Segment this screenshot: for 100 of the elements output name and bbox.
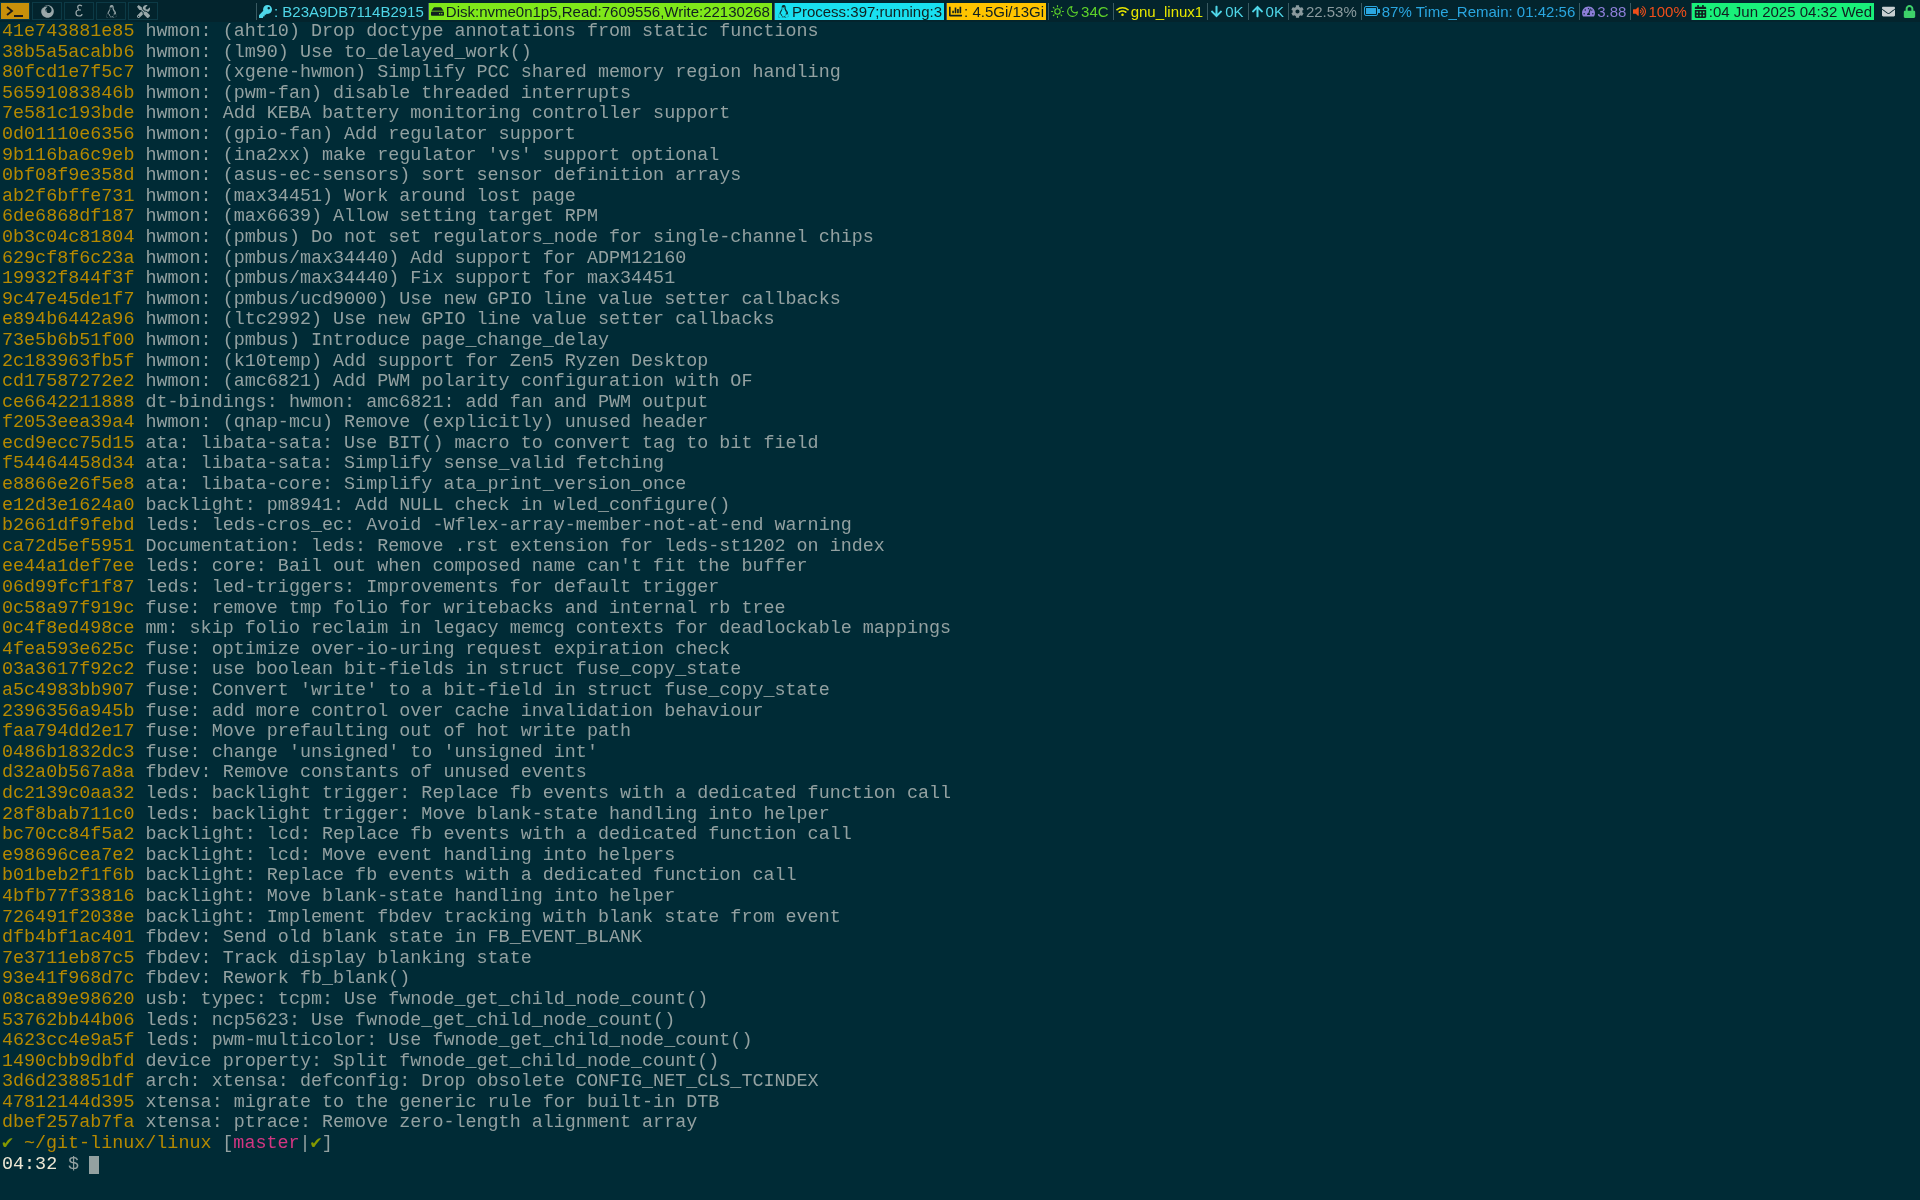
terminal-icon xyxy=(6,5,24,17)
moon-icon xyxy=(1066,4,1080,18)
commit-message: hwmon: (pmbus/ucd9000) Use new GPIO line value setter callbacks xyxy=(145,289,841,311)
drive-icon xyxy=(430,4,444,18)
commit-message: mm: skip folio reclaim in legacy memcg contexts for deadlockable mappings xyxy=(145,619,952,640)
commit-message: fbdev: Rework fb_blank() xyxy=(145,969,411,990)
commit-message: hwmon: (ina2xx) make regulator 'vs' support optional xyxy=(145,145,720,167)
status-text: : B23A9DB7114B2915 xyxy=(273,2,424,20)
commit-hash: d32a0b567a8a xyxy=(2,763,135,784)
commit-message: hwmon: (gpio-fan) Add regulator support xyxy=(145,124,576,146)
commit-message: hwmon: (max34451) Work around lost page xyxy=(145,186,576,208)
status-text: 0K xyxy=(1265,2,1284,20)
status-text: 34C xyxy=(1081,2,1109,20)
browser-icon xyxy=(40,4,54,18)
commit-message: ata: libata-core: Simplify ata_print_version_once xyxy=(145,475,687,496)
commit-hash: 6de6868df187 xyxy=(2,207,135,228)
status-text: 0K xyxy=(1225,2,1244,20)
commit-message: backlight: Replace fb events with a dedicated function call xyxy=(145,866,797,887)
commit-hash: e8866e26f5e8 xyxy=(2,475,135,496)
commit-message: leds: backlight trigger: Replace fb events with a dedicated function call xyxy=(145,783,952,805)
commit-hash: 4fea593e625c xyxy=(2,639,135,661)
commit-hash: 0b3c04c81804 xyxy=(2,227,135,249)
commit-hash: 726491f2038e xyxy=(2,907,135,929)
commit-message: fbdev: Track display blanking state xyxy=(145,948,532,970)
commit-hash: ca72d5ef5951 xyxy=(2,536,135,558)
bracket: ] xyxy=(321,1134,333,1155)
commit-message: leds: pwm-multicolor: Use fwnode_get_child_node_count() xyxy=(145,1031,753,1052)
commit-message: hwmon: (xgene-hwmon) Simplify PCC shared memory region handling xyxy=(145,63,841,84)
workspace-tab[interactable] xyxy=(64,2,94,20)
commit-message: device property: Split fwnode_get_child_node_count() xyxy=(145,1051,720,1073)
commit-hash: 0486b1832dc3 xyxy=(2,742,135,764)
status-text: :04 Jun 2025 04:32 Wed xyxy=(1708,2,1872,20)
speaker-icon xyxy=(1633,4,1647,18)
status-text: 87% Time_Remain: 01:42:56 xyxy=(1381,2,1576,20)
commit-message: fuse: Convert 'write' to a bit-field in struct fuse_copy_state xyxy=(145,681,830,702)
sun-icon xyxy=(1051,4,1065,18)
bracket: [ xyxy=(222,1134,234,1155)
commit-message: backlight: pm8941: Add NULL check in wled_configure() xyxy=(145,495,731,517)
commit-hash: 53762bb44b06 xyxy=(2,1010,135,1032)
commit-message: xtensa: migrate to the generic rule for built-in DTB xyxy=(145,1092,720,1114)
commit-hash: 0c4f8ed498ce xyxy=(2,619,135,640)
gear-icon xyxy=(1290,4,1304,18)
commit-hash: 4bfb77f33816 xyxy=(2,886,135,908)
script-letter-icon xyxy=(74,4,84,18)
commit-message: hwmon: (pmbus/max34440) Add support for ADPM12160 xyxy=(145,248,687,270)
commit-message: hwmon: (aht10) Drop doctype annotations from static functions xyxy=(145,22,819,43)
mail-icon[interactable] xyxy=(1882,4,1895,18)
commit-message: fuse: Move prefaulting out of hot write path xyxy=(145,722,632,743)
status-text: gnu_linux1 xyxy=(1130,2,1204,20)
commit-hash: e12d3e1624a0 xyxy=(2,495,135,517)
commit-message: hwmon: (qnap-mcu) Remove (explicitly) unused header xyxy=(145,413,709,434)
commit-message: leds: led-triggers: Improvements for default trigger xyxy=(145,578,720,599)
commit-message: hwmon: (k10temp) Add support for Zen5 Ryzen Desktop xyxy=(145,351,709,373)
separator: | xyxy=(299,1134,311,1155)
battery-icon xyxy=(1363,6,1380,16)
status-text: Disk:nvme0n1p5,Read:7609556,Write:22130268 xyxy=(445,2,770,20)
status-text: : 4.5Gi/13Gi xyxy=(964,2,1045,20)
commit-message: fbdev: Send old blank state in FB_EVENT_BLANK xyxy=(145,928,643,949)
commit-hash: 56591083846b xyxy=(2,83,135,105)
commit-hash: 3d6d238851df xyxy=(2,1072,135,1093)
bar-chart-icon xyxy=(949,4,963,18)
workspace-tab[interactable] xyxy=(128,2,158,20)
workspace-tab[interactable] xyxy=(32,2,62,20)
commit-message: fbdev: Remove constants of unused events xyxy=(145,763,587,784)
commit-message: Documentation: leds: Remove .rst extension for leds-st1202 on index xyxy=(145,536,885,558)
commit-message: backlight: lcd: Replace fb events with a dedicated function call xyxy=(145,825,852,846)
upload-arrow-icon xyxy=(1250,4,1264,18)
commit-hash: 2c183963fb5f xyxy=(2,351,135,373)
commit-hash: bc70cc84f5a2 xyxy=(2,825,135,846)
workspace-tab[interactable] xyxy=(0,2,30,20)
status-mark: ✔ xyxy=(2,1134,14,1155)
calendar-icon xyxy=(1693,4,1707,18)
commit-hash: 06d99fcf1f87 xyxy=(2,578,135,599)
commit-message: leds: ncp5623: Use fwnode_get_child_node_count() xyxy=(145,1010,676,1032)
commit-message: hwmon: (pmbus) Do not set regulators_node for single-channel chips xyxy=(145,227,874,249)
commit-hash: 80fcd1e7f5c7 xyxy=(2,63,135,84)
commit-hash: 28f8bab711c0 xyxy=(2,804,135,826)
commit-hash: 73e5b6b51f00 xyxy=(2,330,135,352)
lock-icon[interactable] xyxy=(1903,4,1916,18)
prompt-path: ~/git-linux/linux xyxy=(23,1134,212,1155)
workspace-tab[interactable] xyxy=(96,2,126,20)
commit-message: fuse: remove tmp folio for writebacks and internal rb tree xyxy=(145,598,786,620)
commit-hash: e98696cea7e2 xyxy=(2,845,135,867)
commit-hash: ce6642211888 xyxy=(2,392,135,414)
download-arrow-icon xyxy=(1210,4,1224,18)
clean-mark: ✔ xyxy=(310,1134,322,1155)
prompt-symbol: $ xyxy=(68,1154,80,1176)
commit-message: hwmon: (amc6821) Add PWM polarity configuration with OF xyxy=(145,372,753,393)
commit-hash: 0c58a97f919c xyxy=(2,598,135,620)
commit-hash: 2396356a945b xyxy=(2,701,135,723)
commit-hash: dc2139c0aa32 xyxy=(2,783,135,805)
commit-hash: 03a3617f92c2 xyxy=(2,660,135,681)
commit-hash: ecd9ecc75d15 xyxy=(2,433,135,455)
commit-hash: 1490cbb9dbfd xyxy=(2,1051,135,1073)
commit-message: hwmon: (pmbus/max34440) Fix support for max34451 xyxy=(145,269,676,290)
commit-message: usb: typec: tcpm: Use fwnode_get_child_node_count() xyxy=(145,989,709,1011)
commit-hash: 7e581c193bde xyxy=(2,104,135,125)
commit-message: backlight: Implement fbdev tracking with blank state from event xyxy=(145,907,841,929)
commit-message: dt-bindings: hwmon: amc6821: add fan and PWM output xyxy=(145,392,709,414)
commit-hash: ab2f6bffe731 xyxy=(2,186,135,208)
